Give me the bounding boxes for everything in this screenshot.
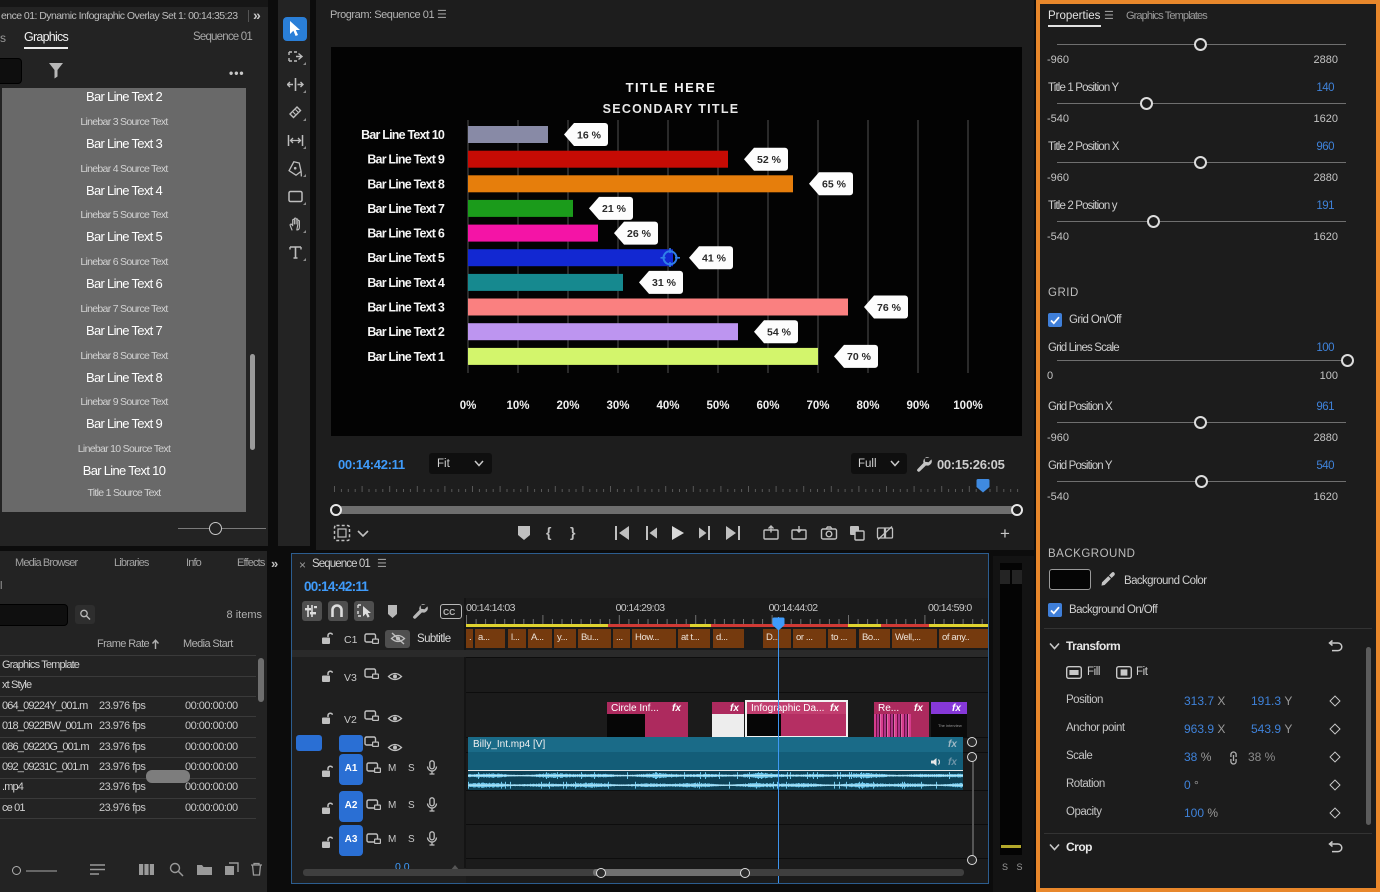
svg-text:21 %: 21 % [602, 203, 627, 215]
svg-text:Bar Line Text 6: Bar Line Text 6 [367, 227, 445, 241]
svg-text:50%: 50% [706, 400, 729, 412]
svg-text:41 %: 41 % [702, 253, 727, 265]
svg-text:54 %: 54 % [767, 327, 792, 339]
svg-text:20%: 20% [556, 400, 579, 412]
svg-text:60%: 60% [756, 400, 779, 412]
svg-text:70%: 70% [806, 400, 829, 412]
svg-text:SECONDARY TITLE: SECONDARY TITLE [603, 102, 740, 116]
svg-text:Bar Line Text 3: Bar Line Text 3 [367, 301, 445, 315]
svg-text:40%: 40% [656, 400, 679, 412]
svg-text:0%: 0% [460, 400, 477, 412]
svg-text:76 %: 76 % [877, 302, 902, 314]
svg-text:80%: 80% [856, 400, 879, 412]
svg-text:Bar Line Text 5: Bar Line Text 5 [367, 251, 445, 265]
svg-text:Bar Line Text 4: Bar Line Text 4 [367, 276, 445, 290]
svg-text:Bar Line Text 10: Bar Line Text 10 [361, 128, 445, 142]
svg-text:Bar Line Text 1: Bar Line Text 1 [367, 350, 445, 364]
svg-text:52 %: 52 % [757, 154, 782, 166]
svg-text:Bar Line Text 8: Bar Line Text 8 [367, 177, 445, 191]
svg-text:TITLE HERE: TITLE HERE [626, 80, 717, 95]
svg-text:26 %: 26 % [627, 228, 652, 240]
svg-text:31 %: 31 % [652, 277, 677, 289]
svg-text:Bar Line Text 2: Bar Line Text 2 [367, 325, 445, 339]
svg-text:Bar Line Text 7: Bar Line Text 7 [367, 202, 445, 216]
svg-text:Bar Line Text 9: Bar Line Text 9 [367, 153, 445, 167]
svg-text:30%: 30% [606, 400, 629, 412]
svg-text:90%: 90% [906, 400, 929, 412]
svg-text:10%: 10% [506, 400, 529, 412]
svg-text:70 %: 70 % [847, 351, 872, 363]
svg-text:16 %: 16 % [577, 129, 602, 141]
svg-text:100%: 100% [953, 400, 982, 412]
svg-text:65 %: 65 % [822, 179, 847, 191]
